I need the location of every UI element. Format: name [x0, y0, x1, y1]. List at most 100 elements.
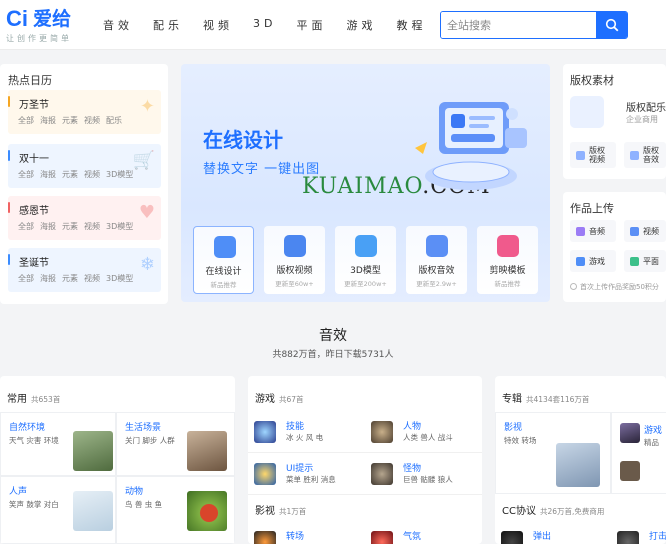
holiday-name: 感恩节 [19, 206, 49, 217]
category-title: 生活场景 [125, 423, 162, 433]
holiday-tag[interactable]: 配乐 [106, 115, 122, 126]
nav-video[interactable]: 视频 [203, 17, 233, 33]
nav-graphic[interactable]: 平面 [296, 17, 326, 33]
holiday-tag[interactable]: 视频 [84, 115, 100, 126]
nav-3d[interactable]: 3D [253, 17, 276, 33]
cart-icon: 🛒 [132, 150, 155, 171]
holiday-tag[interactable]: 海报 [40, 221, 56, 232]
holiday-item[interactable]: 万圣节 ✦ 全部 海报 元素 视频 配乐 [8, 90, 161, 134]
category-title: 技能 [286, 422, 305, 432]
holiday-tag[interactable]: 全部 [18, 221, 34, 232]
nav-sound-effects[interactable]: 音效 [103, 17, 133, 33]
popup-icon [501, 531, 523, 544]
game-sfx-panel: 游戏 共67首 技能 冰 火 风 电 人物 人类 兽人 战斗 UI提示 菜单 胜利… [248, 376, 482, 544]
broom-icon: ✦ [139, 96, 155, 117]
game-character[interactable]: 人物 人类 兽人 战斗 [365, 412, 482, 453]
upload-game-button[interactable]: 游戏 [570, 250, 616, 272]
category-tags: 巨兽 骷髅 狼人 [403, 475, 453, 484]
sound-icon [630, 150, 639, 160]
nav-music[interactable]: 配乐 [153, 17, 183, 33]
main-nav: 音效 配乐 视频 3D 平面 游戏 教程 [103, 17, 446, 33]
copyright-sfx-button[interactable]: 版权音效 [624, 142, 666, 168]
copyright-music-sub: 企业商用 [626, 115, 658, 124]
album-film[interactable]: 影视 特效 转场 [495, 412, 611, 494]
banner-item-copyright-sfx[interactable]: 版权音效 更新至2.9w+ [406, 226, 467, 294]
copyright-video-button[interactable]: 版权视频 [570, 142, 616, 168]
category-title: 打击 [649, 532, 666, 542]
hero-banner[interactable]: 在线设计 替换文字 一键出图 KUAIMAO.COM 在线设计 新品推荐 版权视… [181, 64, 550, 302]
monitor-icon [214, 236, 236, 258]
logo-text: 爱给 [33, 8, 72, 30]
hot-calendar-title: 热点日历 [8, 74, 52, 87]
upload-video-button[interactable]: 视频 [624, 220, 666, 242]
holiday-tag[interactable]: 3D模型 [106, 169, 133, 180]
upload-note: 首次上传作品奖励50积分 [570, 282, 659, 292]
category-title: UI提示 [286, 464, 314, 474]
holiday-item[interactable]: 圣诞节 ❄ 全部 海报 元素 视频 3D模型 [8, 248, 161, 292]
category-tags: 笑声 鼓掌 对白 [9, 500, 59, 509]
holiday-tag[interactable]: 全部 [18, 115, 34, 126]
holiday-tag[interactable]: 3D模型 [106, 221, 133, 232]
nav-tutorial[interactable]: 教程 [396, 17, 426, 33]
banner-item-3d-model[interactable]: 3D模型 更新至200w+ [335, 226, 396, 294]
banner-item-sub: 新品推荐 [494, 280, 521, 288]
upload-audio-button[interactable]: 音频 [570, 220, 616, 242]
category-tags: 冰 火 风 电 [286, 433, 324, 442]
banner-item-jianying-template[interactable]: 剪映模板 新品推荐 [477, 226, 538, 294]
nav-game[interactable]: 游戏 [346, 17, 376, 33]
holiday-tag[interactable]: 元素 [62, 273, 78, 284]
cc-hit[interactable]: 打击 [611, 522, 666, 544]
holiday-tag[interactable]: 视频 [84, 169, 100, 180]
holiday-tag[interactable]: 海报 [40, 115, 56, 126]
category-life-scene[interactable]: 生活场景 关门 脚步 人群 [116, 412, 235, 476]
holiday-tag[interactable]: 视频 [84, 221, 100, 232]
category-tags: 关门 脚步 人群 [125, 436, 175, 445]
search-icon [605, 18, 618, 32]
banner-item-online-design[interactable]: 在线设计 新品推荐 [193, 226, 254, 294]
ladybug-thumbnail [187, 491, 227, 531]
holiday-name: 双十一 [19, 154, 49, 165]
banner-item-label: 3D模型 [350, 266, 381, 276]
category-tags: 人类 兽人 战斗 [403, 433, 453, 442]
holiday-tag[interactable]: 全部 [18, 273, 34, 284]
category-animal[interactable]: 动物 鸟 兽 虫 鱼 [116, 476, 235, 544]
section-title: 音效 [319, 328, 347, 344]
search-input[interactable] [441, 12, 597, 38]
holiday-tag[interactable]: 全部 [18, 169, 34, 180]
template-icon [497, 235, 519, 257]
banner-item-label: 版权音效 [418, 266, 455, 276]
banner-item-copyright-video[interactable]: 版权视频 更新至60w+ [264, 226, 325, 294]
holiday-tag[interactable]: 视频 [84, 273, 100, 284]
search-button[interactable] [596, 12, 627, 38]
holiday-item[interactable]: 感恩节 ♥ 全部 海报 元素 视频 3D模型 [8, 196, 161, 240]
category-title: 自然环境 [9, 423, 46, 433]
holiday-tag[interactable]: 海报 [40, 169, 56, 180]
game-ui-hint[interactable]: UI提示 菜单 胜利 消息 [248, 454, 365, 495]
design-illustration-icon [415, 102, 527, 190]
holiday-tag[interactable]: 元素 [62, 221, 78, 232]
category-nature[interactable]: 自然环境 天气 灾害 环境 [0, 412, 116, 476]
character-icon [371, 421, 393, 443]
game-monster[interactable]: 怪物 巨兽 骷髅 狼人 [365, 454, 482, 495]
heart-icon: ♥ [138, 202, 155, 223]
site-logo[interactable]: Ci 爱给 让创作更简单 [6, 8, 72, 44]
common-header: 常用 共653首 [7, 394, 61, 405]
holiday-tag[interactable]: 元素 [62, 169, 78, 180]
banner-item-sub: 更新至60w+ [275, 280, 314, 288]
film-atmosphere[interactable]: 气氛 [365, 522, 482, 544]
category-title: 人声 [9, 487, 28, 497]
copyright-music-link[interactable]: 版权配乐 企业商用 [570, 94, 666, 130]
holiday-item[interactable]: 双十一 🛒 全部 海报 元素 视频 3D模型 [8, 144, 161, 188]
cube-icon [355, 235, 377, 257]
category-title: 游戏 [644, 426, 663, 436]
album-game[interactable]: 游戏 精品 [611, 412, 666, 494]
upload-graphic-button[interactable]: 平面 [624, 250, 666, 272]
holiday-tag[interactable]: 3D模型 [106, 273, 133, 284]
cc-popup[interactable]: 弹出 [495, 522, 611, 544]
holiday-tag[interactable]: 元素 [62, 115, 78, 126]
game-skill[interactable]: 技能 冰 火 风 电 [248, 412, 365, 453]
monster-icon [371, 463, 393, 485]
category-voice[interactable]: 人声 笑声 鼓掌 对白 [0, 476, 116, 544]
holiday-tag[interactable]: 海报 [40, 273, 56, 284]
film-transition[interactable]: 转场 [248, 522, 365, 544]
